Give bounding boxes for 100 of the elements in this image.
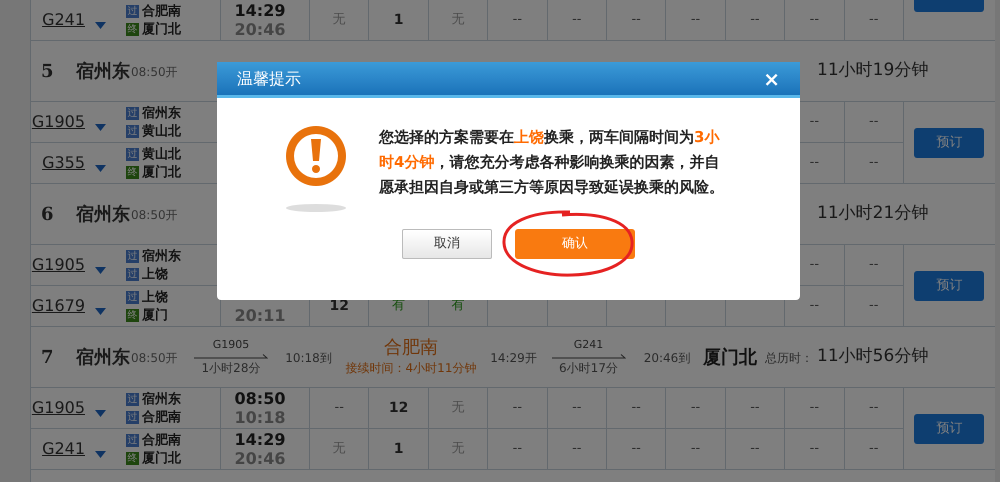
arrival-time: 20:46到 — [644, 351, 690, 365]
station-badge: 过 — [126, 106, 139, 120]
dialog-message: 您选择的方案需要在上饶换乘，两车间隔时间为3小时4分钟，请您充分考虑各种影响换乘的因素，并自愿承担因自身或第三方等原因导致延误换乘的风险。 — [379, 127, 725, 198]
arrival-time: 10:18 — [234, 408, 286, 427]
origin-station: 宿州东 — [76, 346, 130, 368]
option-number: 7 — [41, 346, 54, 368]
train-number-link[interactable]: G1679 — [32, 294, 85, 318]
leg-duration: 6小时17分 — [559, 360, 618, 377]
station-name: 合肥南 — [142, 432, 181, 448]
seat-count: -- — [810, 154, 820, 172]
station-name: 黄山北 — [142, 122, 181, 140]
departure-time: 08:50开 — [131, 208, 178, 222]
seat-count: -- — [810, 440, 820, 458]
seat-count: 12 — [388, 398, 408, 418]
seat-count: 1 — [394, 10, 404, 30]
seat-count: -- — [631, 399, 641, 418]
train-number-link[interactable]: G355 — [42, 151, 85, 175]
seat-count: -- — [512, 399, 522, 418]
caret-icon[interactable] — [95, 308, 106, 314]
caret-icon[interactable] — [95, 164, 106, 172]
seat-count: 12 — [329, 296, 349, 316]
station-badge: 终 — [126, 308, 139, 322]
arrival-time: 20:46 — [234, 20, 286, 39]
train-number-link[interactable]: G1905 — [32, 253, 85, 277]
seat-count: -- — [750, 399, 760, 418]
train-number-link[interactable]: G1905 — [32, 396, 85, 420]
seat-count: -- — [750, 11, 760, 30]
seat-count: -- — [631, 440, 641, 458]
option-number: 6 — [41, 204, 54, 224]
leg-duration: 1小时28分 — [202, 360, 260, 377]
station-name: 宿州东 — [142, 390, 181, 408]
seat-count: -- — [572, 399, 582, 418]
station-name: 黄山北 — [142, 146, 181, 162]
station-name: 上饶 — [142, 266, 168, 282]
station-badge: 过 — [126, 410, 139, 424]
transfer-wait: 接续时间：4小时11分钟 — [346, 360, 476, 377]
seat-count: 有 — [392, 297, 406, 316]
total-time: 11小时19分钟 — [817, 60, 928, 80]
seat-count: -- — [690, 440, 700, 458]
seat-count: -- — [690, 399, 700, 418]
leg-train: G241 — [574, 337, 604, 354]
caret-icon[interactable] — [95, 22, 106, 28]
total-time: 11小时56分钟 — [817, 346, 928, 366]
seat-count: -- — [869, 113, 878, 132]
station-name: 厦门北 — [142, 20, 181, 38]
confirm-button[interactable]: 确认 — [515, 229, 635, 259]
station-name: 合肥南 — [142, 408, 181, 426]
seat-count: -- — [869, 440, 878, 458]
seat-count: -- — [869, 11, 878, 30]
origin-station: 宿州东 — [76, 60, 130, 82]
leg-train: G1905 — [212, 337, 250, 354]
train-number-link[interactable]: G241 — [42, 8, 85, 32]
total-time-label: 总历时： — [765, 351, 813, 365]
seat-count: -- — [631, 11, 641, 30]
station-name: 厦门 — [142, 306, 168, 324]
seat-count: -- — [810, 297, 820, 316]
departure-time: 08:50 — [234, 389, 286, 408]
station-name: 上饶 — [142, 288, 168, 306]
train-number-link[interactable]: G241 — [42, 437, 85, 461]
seat-count: -- — [810, 11, 820, 30]
close-button[interactable]: × — [763, 68, 780, 88]
station-badge: 过 — [126, 250, 139, 262]
station-badge: 过 — [126, 268, 139, 280]
departure-time: 08:50开 — [131, 65, 178, 79]
caret-icon[interactable] — [95, 410, 106, 416]
total-time: 11小时21分钟 — [817, 203, 928, 224]
train-number-link[interactable]: G1905 — [32, 110, 85, 134]
seat-count: -- — [869, 399, 878, 418]
seat-count: -- — [869, 297, 878, 316]
station-badge: 过 — [126, 4, 139, 18]
book-button[interactable]: 预订 — [914, 270, 984, 300]
book-button[interactable]: 预订 — [914, 128, 984, 158]
book-button[interactable]: 预订 — [914, 414, 984, 444]
station-name: 厦门北 — [142, 164, 181, 180]
seat-count: -- — [512, 440, 522, 458]
caret-icon[interactable] — [95, 450, 106, 458]
seat-count: -- — [572, 440, 582, 458]
dialog-title: 温馨提示 — [237, 68, 301, 90]
station-badge: 过 — [126, 290, 139, 304]
departure-time: 14:29 — [234, 430, 286, 449]
seat-count: -- — [810, 399, 820, 418]
station-badge: 过 — [126, 392, 139, 406]
station-badge: 终 — [126, 452, 139, 464]
transfer-station: 合肥南 — [384, 337, 438, 359]
station-name: 合肥南 — [142, 2, 181, 20]
origin-station: 宿州东 — [76, 204, 130, 224]
seat-count: -- — [334, 399, 344, 418]
arrival-time: 10:18到 — [285, 351, 332, 365]
cancel-button[interactable]: 取消 — [402, 229, 492, 259]
seat-count: -- — [810, 256, 820, 274]
arrival-time: 20:11 — [234, 306, 286, 325]
station-badge: 终 — [126, 22, 139, 36]
caret-icon[interactable] — [95, 124, 106, 130]
departure-time: 14:29开 — [490, 351, 537, 365]
option-number: 5 — [41, 60, 54, 82]
station-badge: 过 — [126, 124, 139, 138]
seat-count: -- — [750, 440, 760, 458]
station-badge: 过 — [126, 434, 139, 446]
caret-icon[interactable] — [95, 266, 106, 274]
seat-count: -- — [572, 11, 582, 30]
